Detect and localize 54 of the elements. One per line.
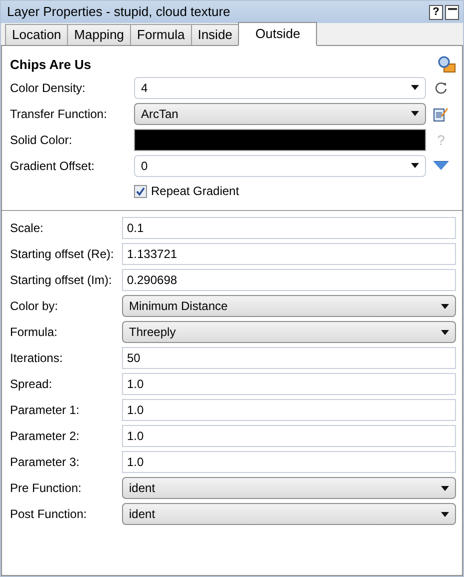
search-folder-icon[interactable] [438,56,456,74]
field-label: Scale: [10,220,44,237]
section-title: Chips Are Us [10,56,92,74]
dropdown[interactable]: ArcTan [134,102,426,124]
field-label: Formula: [10,324,58,341]
color-swatch[interactable] [134,128,426,150]
window-title: Layer Properties - stupid, cloud texture [7,3,232,22]
dropdown-caret-icon [441,304,449,308]
help-button[interactable]: ? [429,4,443,20]
field-label: Parameter 1: [10,402,80,419]
field-label: Starting offset (Im): [10,272,113,289]
tab[interactable]: Formula [130,24,192,45]
dropdown-caret-icon [411,163,419,168]
text-field[interactable]: 1.133721 [122,243,456,265]
dropdown[interactable]: ident [122,477,456,499]
dropdown-caret-icon [411,111,419,116]
text-field[interactable]: 1.0 [122,399,456,421]
dropdown-caret-icon [441,486,449,490]
combo-field[interactable]: 0 [134,154,426,176]
field-label: Starting offset (Re): [10,246,115,263]
field-label: Solid Color: [10,132,74,148]
field-label: Gradient Offset: [10,158,96,174]
dropdown[interactable]: Threeply [122,321,456,343]
tab[interactable]: Mapping [67,24,132,45]
text-field[interactable]: 0.1 [122,217,456,239]
dropdown-caret-icon [441,512,449,516]
checkbox-label: Repeat Gradient [151,183,240,200]
tab[interactable]: Outside [238,22,318,46]
checkbox[interactable] [134,184,147,198]
tab[interactable]: Inside [190,24,240,45]
field-label: Spread: [10,376,54,393]
dropdown-caret-icon [411,85,419,90]
tab[interactable]: Location [5,24,68,45]
combo-field[interactable]: 4 [134,76,426,98]
dropdown[interactable]: ident [122,503,456,525]
refresh-icon[interactable] [434,80,448,94]
text-field[interactable]: 1.0 [122,451,456,473]
field-label: Parameter 3: [10,454,80,471]
triangle-down-icon[interactable] [433,161,449,170]
dropdown-caret-icon [441,330,449,334]
text-field[interactable]: 1.0 [122,425,456,447]
minimize-button[interactable] [445,4,459,20]
field-label: Color Density: [10,80,86,96]
text-field[interactable]: 0.290698 [122,269,456,291]
edit-document-icon[interactable] [433,106,449,122]
field-label: Color by: [10,298,60,315]
field-label: Pre Function: [10,480,82,497]
text-field[interactable]: 1.0 [122,373,456,395]
field-label: Post Function: [10,506,88,523]
field-label: Iterations: [10,350,64,367]
text-field[interactable]: 50 [122,347,456,369]
field-label: Transfer Function: [10,106,108,122]
dropdown[interactable]: Minimum Distance [122,295,456,317]
field-label: Parameter 2: [10,428,80,445]
